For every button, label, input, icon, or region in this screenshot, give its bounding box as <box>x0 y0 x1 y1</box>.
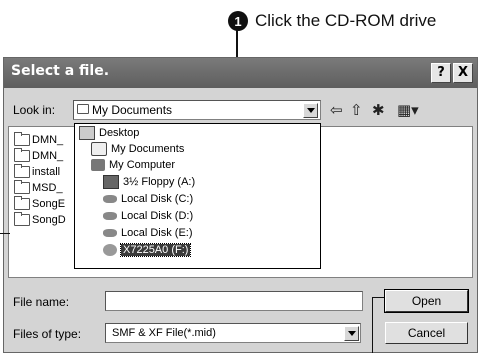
files-of-type-select[interactable]: SMF & XF File(*.mid) <box>105 323 361 343</box>
folder-icon <box>14 196 30 210</box>
file-name: SongE <box>32 198 66 210</box>
callout-number: 1 <box>228 11 248 31</box>
disk-icon <box>103 229 117 237</box>
file-name: SongD <box>32 214 66 226</box>
up-folder-icon[interactable]: ⇧ <box>350 101 363 119</box>
dialog-title: Select a file. <box>11 63 110 79</box>
disk-icon <box>103 195 117 203</box>
new-folder-icon[interactable]: ✱ <box>372 101 385 119</box>
file-name: DMN_ <box>32 150 64 162</box>
cdrom-icon <box>103 244 117 256</box>
dropdown-item-disk-d[interactable]: Local Disk (D:) <box>103 208 193 224</box>
look-in-select[interactable]: My Documents <box>73 100 321 120</box>
list-item[interactable]: SongE <box>14 196 66 210</box>
chevron-down-icon[interactable] <box>344 326 359 341</box>
select-file-dialog: Select a file. ? X Look in: My Documents… <box>3 57 478 353</box>
file-name-field[interactable] <box>105 291 363 311</box>
callout: 1 Click the CD-ROM drive <box>228 8 436 34</box>
folder-icon <box>14 132 30 146</box>
callout-text: Click the CD-ROM drive <box>255 11 437 30</box>
annotation-line <box>372 297 373 353</box>
list-item[interactable]: DMN_ <box>14 148 64 162</box>
look-in-label: Look in: <box>13 103 56 117</box>
documents-icon <box>91 142 107 156</box>
dropdown-item-disk-c[interactable]: Local Disk (C:) <box>103 191 193 207</box>
dropdown-item-cdrom[interactable]: X7225A0 (F:) <box>103 242 192 258</box>
dropdown-item-disk-e[interactable]: Local Disk (E:) <box>103 225 193 241</box>
help-button[interactable]: ? <box>431 63 451 83</box>
cancel-button[interactable]: Cancel <box>385 322 468 344</box>
list-item[interactable]: MSD_ <box>14 180 63 194</box>
list-item[interactable]: install <box>14 164 61 178</box>
dropdown-item-desktop[interactable]: Desktop <box>79 125 139 141</box>
folder-icon <box>14 180 30 194</box>
view-menu-icon[interactable]: ▦▾ <box>397 101 419 119</box>
dropdown-item-label: Local Disk (D:) <box>121 210 194 222</box>
chevron-down-icon[interactable] <box>303 103 318 118</box>
annotation-line <box>0 233 10 234</box>
look-in-value: My Documents <box>92 103 173 117</box>
dropdown-item-label: My Computer <box>109 159 176 171</box>
dropdown-item-label: 3½ Floppy (A:) <box>123 176 196 188</box>
dropdown-item-label: My Documents <box>111 143 185 155</box>
folder-icon <box>14 164 30 178</box>
files-of-type-value: SMF & XF File(*.mid) <box>112 327 216 339</box>
back-icon[interactable]: ⇦ <box>330 101 343 119</box>
folder-icon <box>14 212 30 226</box>
file-name: DMN_ <box>32 134 64 146</box>
open-button[interactable]: Open <box>384 289 469 313</box>
close-button[interactable]: X <box>453 63 473 83</box>
disk-icon <box>103 212 117 220</box>
dropdown-item-label: Local Disk (E:) <box>121 227 193 239</box>
title-bar[interactable]: Select a file. ? X <box>4 58 477 88</box>
dropdown-item-floppy[interactable]: 3½ Floppy (A:) <box>103 174 195 190</box>
annotation-line <box>372 297 384 298</box>
look-in-dropdown-list[interactable]: Desktop My Documents My Computer 3½ Flop… <box>74 123 321 269</box>
file-name: install <box>32 166 61 178</box>
floppy-icon <box>103 175 119 189</box>
dropdown-item-my-computer[interactable]: My Computer <box>91 157 175 173</box>
dropdown-item-label: X7225A0 (F:) <box>119 243 192 257</box>
folder-icon <box>14 148 30 162</box>
file-name: MSD_ <box>32 182 63 194</box>
file-name-label: File name: <box>13 295 70 309</box>
computer-icon <box>91 159 105 171</box>
files-of-type-label: Files of type: <box>13 327 82 341</box>
dropdown-item-label: Local Disk (C:) <box>121 193 194 205</box>
folder-icon <box>77 104 89 114</box>
dropdown-item-my-documents[interactable]: My Documents <box>91 141 184 157</box>
list-item[interactable]: SongD <box>14 212 66 226</box>
desktop-icon <box>79 126 95 140</box>
list-item[interactable]: DMN_ <box>14 132 64 146</box>
dropdown-item-label: Desktop <box>99 127 140 139</box>
